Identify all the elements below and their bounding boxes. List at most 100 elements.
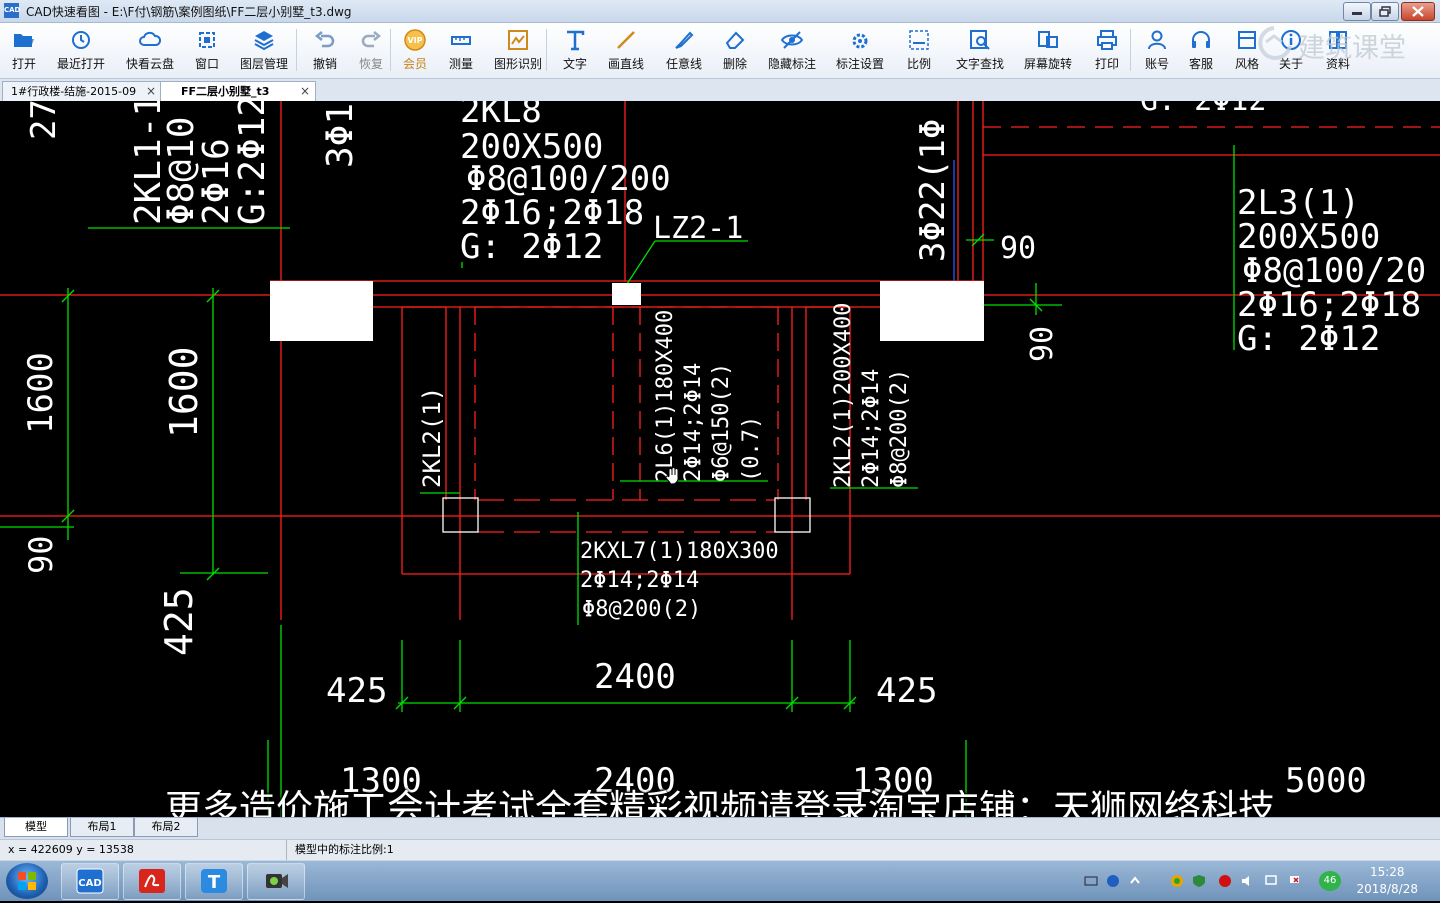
system-clock[interactable]: 15:28 2018/8/28 [1356,864,1418,898]
watermark-text: 建筑课堂 [1298,33,1406,64]
toolbar-button-annotation-settings[interactable]: 标注设置 [834,23,886,78]
toolbar-button-line[interactable]: 画直线 [606,23,646,78]
doc-tab-label: 1#行政楼-结施-2015-09 [11,85,137,98]
drawing-canvas[interactable]: 270 2KL1-1 Φ8@10 2Φ16 G:2Φ12 3Φ1 2KL8 20… [0,101,1440,817]
toolbar-label: 文字 [562,57,587,71]
line-icon [617,31,635,49]
recent-clock-icon [72,31,90,49]
record-icon[interactable] [1218,874,1232,888]
screen-rotate-icon [1038,31,1058,48]
window-title: CAD快速看图 - E:\F付\钢筋\案例图纸\FF二层小别墅_t3.dwg [26,5,352,19]
beam-label: 3Φ1 [320,103,361,168]
doc-tab-close-icon[interactable]: × [146,82,156,101]
toolbar-button-screen-rotate[interactable]: 屏幕旋转 [1022,23,1074,78]
close-button[interactable] [1401,2,1435,21]
dim-label: 425 [326,671,387,711]
cad-drawing[interactable]: 270 2KL1-1 Φ8@10 2Φ16 G:2Φ12 3Φ1 2KL8 20… [0,101,1440,817]
network-icon[interactable] [1264,874,1278,888]
toolbar-button-text[interactable]: 文字 [560,23,590,78]
layout-tab-2[interactable]: 布局2 [134,818,198,837]
taskbar-app-text[interactable]: T [185,863,243,900]
hide-eye-icon [780,31,804,49]
toolbar-button-text-search[interactable]: 文字查找 [954,23,1006,78]
beam-label: Φ8@200(2) [887,369,912,488]
eraser-icon [725,31,745,49]
windows-start-button[interactable] [6,863,48,899]
measure-icon [451,36,471,45]
doc-tab-close-icon[interactable]: × [300,82,310,101]
toolbar-button-user[interactable]: 账号 [1142,23,1172,78]
annotation-settings-icon [852,33,868,49]
taskbar-app-camera[interactable] [247,863,305,900]
toolbar-separator [546,29,547,71]
toolbar-label: 撤销 [312,57,337,71]
svg-text:VIP: VIP [407,36,422,45]
beam-label: Φ8@200(2) [582,597,701,622]
toolbar-button-hide-eye[interactable]: 隐藏标注 [766,23,818,78]
minimize-button[interactable] [1343,2,1371,21]
toolbar-label: 快看云盘 [125,57,174,71]
undo-icon [314,31,335,48]
toolbar-label: 标注设置 [835,57,884,71]
doc-tab-2[interactable]: FF二层小别墅_t3 × [160,81,316,101]
toolbar-button-window[interactable]: 窗口 [192,23,222,78]
toolbar-button-scale[interactable]: 比例 [904,23,934,78]
toolbar-button-cloud[interactable]: 快看云盘 [124,23,176,78]
toolbar-button-freehand[interactable]: 任意线 [664,23,704,78]
layout-tab-model[interactable]: 模型 [4,818,68,837]
toolbar-button-redo[interactable]: 恢复 [356,23,386,78]
watermark: 建筑课堂 [1250,24,1440,64]
toolbar-label: 图形识别 [493,57,542,71]
beam-label: 2L6(1)180X400 [653,310,678,482]
doc-tab-label: FF二层小别墅_t3 [181,85,270,98]
toolbar-label: 打开 [11,57,36,71]
beam-label: G: 2Φ12 [460,227,603,267]
toolbar-label: 文字查找 [955,57,1004,71]
tray-badge[interactable]: 46 [1319,871,1341,891]
layout-tabs: 模型 布局1 布局2 [0,817,1440,839]
toolbar-label: 窗口 [194,57,219,71]
restore-button[interactable] [1371,2,1399,21]
beam-label: 2Φ16 [196,138,237,225]
volume-icon[interactable] [1240,874,1254,888]
toolbar-button-folder-open[interactable]: 打开 [8,23,40,78]
toolbar-button-eraser[interactable]: 删除 [720,23,750,78]
clock-date: 2018/8/28 [1356,882,1418,896]
keyboard-icon[interactable] [1084,874,1098,888]
close-icon [1412,6,1424,17]
layout-tab-1[interactable]: 布局1 [70,818,134,837]
taskbar-app-cad[interactable]: CAD [61,863,119,900]
toolbar-label: 最近打开 [56,57,105,71]
status-bar: x = 422609 y = 13538 模型中的标注比例:1 [0,839,1440,861]
toolbar-label: 屏幕旋转 [1023,57,1072,71]
minimize-icon [1352,12,1362,15]
beam-label: 2Φ14;2Φ14 [859,369,884,488]
clock-time: 15:28 [1369,865,1405,879]
shield-icon[interactable] [1192,874,1206,888]
text-search-icon [970,30,990,50]
beam-label: (0.7) [739,416,764,482]
text-app-icon: T [201,869,227,893]
toolbar-separator [1130,29,1131,71]
flag-icon[interactable] [1288,874,1302,888]
taskbar-app-pdf[interactable] [123,863,181,900]
toolbar-button-undo[interactable]: 撤销 [310,23,340,78]
help-icon[interactable] [1106,874,1120,888]
cad-app-icon: CAD [76,868,104,894]
toolbar-button-printer[interactable]: 打印 [1092,23,1122,78]
windows-start-icon [18,872,36,890]
toolbar-button-measure[interactable]: 测量 [446,23,476,78]
tray-app-icon[interactable] [1170,874,1184,888]
toolbar-button-layers[interactable]: 图层管理 [238,23,290,78]
toolbar-label: 任意线 [665,57,702,71]
toolbar-label: 账号 [1144,57,1169,71]
tray-arrow-icon[interactable] [1128,874,1142,888]
beam-label: 2Φ14;2Φ14 [580,568,699,593]
toolbar-button-recent-clock[interactable]: 最近打开 [55,23,107,78]
toolbar-button-headset[interactable]: 客服 [1186,23,1216,78]
toolbar-label: 画直线 [607,57,644,71]
app-logo-icon: CAD [4,3,20,18]
toolbar-button-shape-recognize[interactable]: 图形识别 [492,23,544,78]
toolbar-button-vip[interactable]: VIP 会员 [400,23,430,78]
doc-tab-1[interactable]: 1#行政楼-结施-2015-09 × [2,81,162,101]
